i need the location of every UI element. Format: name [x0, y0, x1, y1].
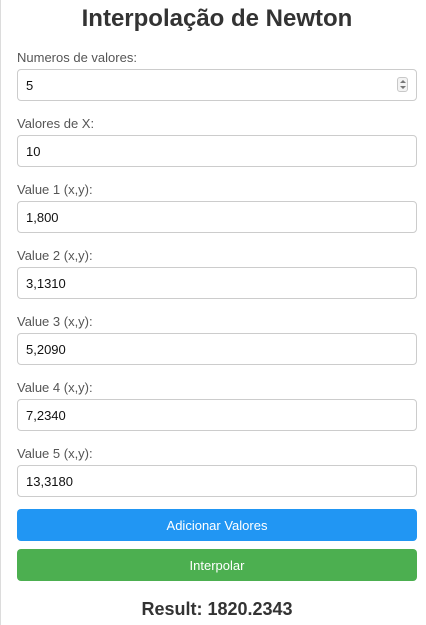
- num-values-wrapper: [17, 69, 417, 101]
- value-5-input[interactable]: [17, 465, 417, 497]
- x-values-input[interactable]: [17, 135, 417, 167]
- spinner-down-icon[interactable]: [400, 86, 406, 89]
- app-container: Interpolação de Newton Numeros de valore…: [0, 0, 426, 625]
- result-text: Result: 1820.2343: [141, 599, 293, 619]
- value-1-label: Value 1 (x,y):: [17, 182, 93, 197]
- value-3-input[interactable]: [17, 333, 417, 365]
- value-5-label: Value 5 (x,y):: [17, 446, 93, 461]
- interpolate-button[interactable]: Interpolar: [17, 549, 417, 581]
- num-values-label: Numeros de valores:: [17, 50, 137, 65]
- number-spinner-icon[interactable]: [397, 77, 408, 92]
- value-1-input[interactable]: [17, 201, 417, 233]
- value-2-input[interactable]: [17, 267, 417, 299]
- value-4-input[interactable]: [17, 399, 417, 431]
- num-values-input[interactable]: [17, 69, 417, 101]
- value-3-label: Value 3 (x,y):: [17, 314, 93, 329]
- spinner-up-icon[interactable]: [400, 80, 406, 83]
- value-2-label: Value 2 (x,y):: [17, 248, 93, 263]
- add-values-button[interactable]: Adicionar Valores: [17, 509, 417, 541]
- value-4-label: Value 4 (x,y):: [17, 380, 93, 395]
- page-title: Interpolação de Newton: [81, 5, 353, 32]
- x-values-label: Valores de X:: [17, 116, 95, 131]
